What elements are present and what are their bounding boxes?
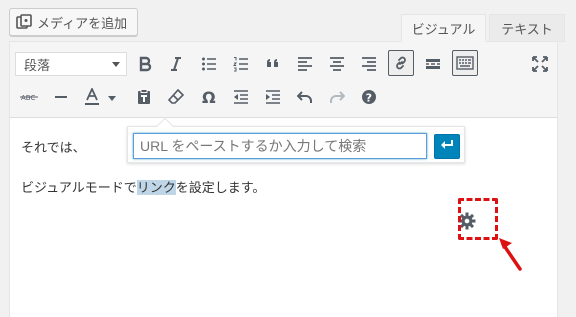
- gear-icon: [458, 212, 476, 235]
- tab-text[interactable]: テキスト: [489, 14, 565, 42]
- undo-icon[interactable]: [292, 84, 318, 110]
- paragraph-2: ビジュアルモードでリンクを設定します。: [21, 177, 265, 196]
- special-character-icon[interactable]: Ω: [196, 84, 222, 110]
- svg-text:Ω: Ω: [202, 89, 216, 105]
- text-color-icon[interactable]: [79, 84, 119, 110]
- align-center-icon[interactable]: [324, 51, 350, 77]
- add-media-label: メディアを追加: [37, 15, 128, 31]
- align-left-icon[interactable]: [292, 51, 318, 77]
- link-icon[interactable]: [388, 50, 414, 76]
- format-select-value: 段落: [24, 57, 51, 73]
- read-more-icon[interactable]: [420, 51, 446, 77]
- bulleted-list-icon[interactable]: [196, 51, 222, 77]
- svg-text:?: ?: [366, 91, 372, 104]
- paragraph-2-text-after: を設定します。: [175, 180, 266, 195]
- numbered-list-icon[interactable]: [228, 51, 254, 77]
- italic-icon[interactable]: [163, 51, 189, 77]
- help-icon[interactable]: ?: [356, 84, 382, 110]
- media-icon: [16, 14, 32, 30]
- clear-formatting-icon[interactable]: [163, 84, 189, 110]
- url-input[interactable]: [133, 133, 427, 159]
- paste-as-text-icon[interactable]: [131, 84, 157, 110]
- annotation-arrow-icon: [499, 238, 522, 271]
- format-select[interactable]: 段落: [15, 52, 127, 76]
- horizontal-line-icon[interactable]: [48, 84, 74, 110]
- chevron-down-icon: [112, 62, 120, 67]
- strikethrough-icon[interactable]: ABC: [16, 84, 42, 110]
- link-popup: [127, 117, 465, 163]
- apply-link-button[interactable]: [434, 134, 460, 159]
- fullscreen-icon[interactable]: [527, 51, 553, 77]
- add-media-button[interactable]: メディアを追加: [9, 8, 138, 36]
- redo-icon[interactable]: [324, 84, 350, 110]
- tab-visual[interactable]: ビジュアル: [401, 14, 486, 42]
- paragraph-1: それでは、: [21, 140, 86, 155]
- editor-area: 段落 ABC Ω ? それでは、 ビジュアルモードでリンクを設定します。 URL…: [9, 41, 558, 317]
- editor-toolbar: 段落 ABC Ω ?: [10, 42, 557, 118]
- selected-link-text[interactable]: リンク: [136, 180, 176, 195]
- bold-icon[interactable]: [132, 51, 158, 77]
- link-settings-button[interactable]: [454, 210, 480, 236]
- align-right-icon[interactable]: [356, 51, 382, 77]
- enter-icon: [440, 138, 454, 156]
- blockquote-icon[interactable]: [260, 51, 286, 77]
- indent-icon[interactable]: [260, 84, 286, 110]
- outdent-icon[interactable]: [228, 84, 254, 110]
- svg-text:ABC: ABC: [21, 94, 35, 102]
- paragraph-2-text-before: ビジュアルモードで: [21, 180, 137, 195]
- toolbar-toggle-icon[interactable]: [452, 50, 478, 76]
